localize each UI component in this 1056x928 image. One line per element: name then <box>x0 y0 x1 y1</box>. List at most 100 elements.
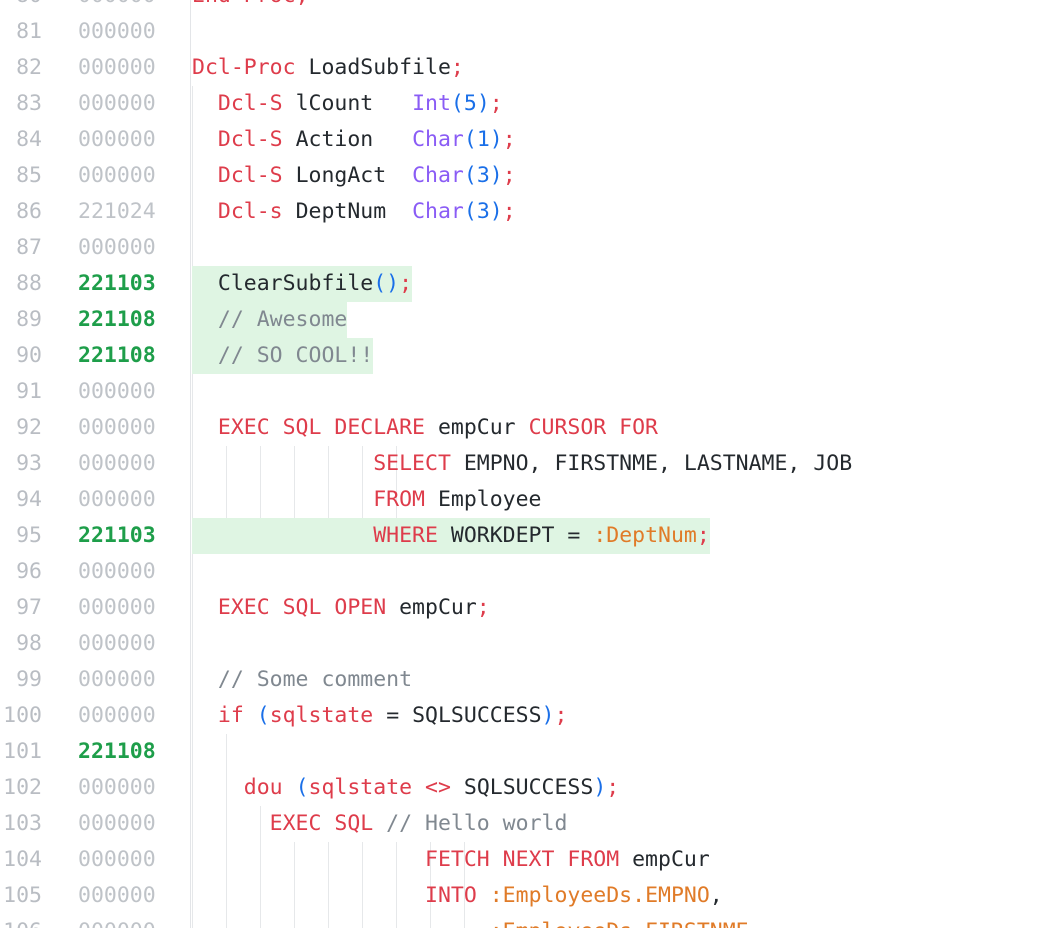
code-text[interactable]: ClearSubfile(); <box>192 266 413 302</box>
code-line[interactable]: 99 000000 // Some comment <box>0 662 1056 698</box>
change-date: 000000 <box>78 559 156 584</box>
token-pun: ) <box>489 199 503 224</box>
code-line[interactable]: 88 221103 ClearSubfile(); <box>0 266 1056 302</box>
code-line[interactable]: 91 000000 <box>0 374 1056 410</box>
token-id <box>192 199 218 224</box>
token-num: 3 <box>476 163 490 188</box>
change-date-modified: 221103 <box>78 523 156 548</box>
code-line[interactable]: 86 221024 Dcl-s DeptNum Char(3); <box>0 194 1056 230</box>
token-kw: dou <box>243 775 283 800</box>
token-semi: ; <box>502 163 516 188</box>
change-date: 000000 <box>78 914 170 928</box>
code-line[interactable]: 94 000000 FROM Employee <box>0 482 1056 518</box>
code-line[interactable]: 98 000000 <box>0 626 1056 662</box>
code-line[interactable]: 97 000000 EXEC SQL OPEN empCur; <box>0 590 1056 626</box>
code-line[interactable]: 90 221108 // SO COOL!! <box>0 338 1056 374</box>
code-line[interactable]: 100 000000 if (sqlstate = SQLSUCCESS); <box>0 698 1056 734</box>
token-kw: sqlstate <box>308 775 413 800</box>
line-number: 92 <box>16 415 42 440</box>
line-number: 98 <box>16 631 42 656</box>
code-text[interactable]: Dcl-S LongAct Char(3); <box>192 158 516 194</box>
code-line[interactable]: 84 000000 Dcl-S Action Char(1); <box>0 122 1056 158</box>
token-kw: Dcl-Proc <box>192 55 296 80</box>
change-date: 221024 <box>78 199 156 224</box>
code-line[interactable]: 93 000000 SELECT EMPNO, FIRSTNME, LASTNAM… <box>0 446 1056 482</box>
code-text[interactable]: dou (sqlstate <> SQLSUCCESS); <box>192 770 619 806</box>
token-pun: ) <box>541 703 555 728</box>
code-editor[interactable]: 80 000000 End-Proc; 81 000000 82 000000 Dcl-Pro… <box>0 0 1056 928</box>
token-kw: End-Proc <box>192 0 296 8</box>
line-number: 80 <box>0 0 42 14</box>
code-line[interactable]: 81 000000 <box>0 14 1056 50</box>
token-id: WORKDEPT <box>437 523 568 548</box>
line-number: 99 <box>16 667 42 692</box>
code-text[interactable]: EXEC SQL // Hello world <box>192 806 568 842</box>
code-text[interactable]: EXEC SQL OPEN empCur; <box>192 590 490 626</box>
change-date: 000000 <box>78 415 156 440</box>
line-number: 84 <box>16 127 42 152</box>
code-text[interactable]: Dcl-S Action Char(1); <box>192 122 516 158</box>
token-id: , <box>709 883 723 908</box>
code-line[interactable]: 85 000000 Dcl-S LongAct Char(3); <box>0 158 1056 194</box>
change-date: 000000 <box>78 667 156 692</box>
token-pun: ( <box>256 703 270 728</box>
code-line[interactable]: 102 000000 dou (sqlstate <> SQLSUCCESS); <box>0 770 1056 806</box>
token-id: ClearSubfile <box>192 271 374 296</box>
change-date: 000000 <box>78 487 156 512</box>
change-date: 000000 <box>78 91 156 116</box>
token-id: empCur <box>425 415 529 440</box>
token-id: empCur <box>619 847 710 872</box>
line-number: 91 <box>16 379 42 404</box>
code-text[interactable]: // Some comment <box>192 662 412 698</box>
token-id <box>283 775 296 800</box>
code-text[interactable]: FETCH NEXT FROM empCur <box>192 842 710 878</box>
code-line[interactable]: 101 221108 <box>0 734 1056 770</box>
code-text[interactable]: // SO COOL!! <box>192 338 374 374</box>
token-pun: ) <box>476 91 490 116</box>
token-id: LoadSubfile <box>295 55 451 80</box>
code-line[interactable]: 80 000000 End-Proc; <box>0 0 1056 14</box>
token-id <box>192 775 244 800</box>
token-opr: <> <box>425 775 451 800</box>
code-line[interactable]: 92 000000 EXEC SQL DECLARE empCur CURSOR … <box>0 410 1056 446</box>
code-line[interactable]: 96 000000 <box>0 554 1056 590</box>
code-line[interactable]: 83 000000 Dcl-S lCount Int(5); <box>0 86 1056 122</box>
token-id: EMPNO, FIRSTNME, LASTNAME, JOB <box>450 451 853 476</box>
code-text[interactable]: Dcl-s DeptNum Char(3); <box>192 194 516 230</box>
change-date-modified: 221108 <box>78 307 156 332</box>
code-line[interactable]: 105 000000 INTO :EmployeeDs.EMPNO, <box>0 878 1056 914</box>
line-number: 89 <box>16 307 42 332</box>
token-id <box>580 523 593 548</box>
token-cmt: // SO COOL!! <box>192 343 374 368</box>
code-text[interactable]: Dcl-S lCount Int(5); <box>192 86 503 122</box>
line-number: 97 <box>16 595 42 620</box>
code-line[interactable]: 106 000000 :EmployeeDs.FIRSTNME, <box>0 914 1056 928</box>
code-text[interactable]: Dcl-Proc LoadSubfile; <box>192 50 464 86</box>
code-text[interactable]: :EmployeeDs.FIRSTNME, <box>192 914 762 928</box>
change-date: 000000 <box>78 127 156 152</box>
token-id <box>192 91 218 116</box>
code-line[interactable]: 82 000000 Dcl-Proc LoadSubfile; <box>0 50 1056 86</box>
code-text[interactable]: EXEC SQL DECLARE empCur CURSOR FOR <box>192 410 658 446</box>
code-text[interactable]: if (sqlstate = SQLSUCCESS); <box>192 698 568 734</box>
token-kw: CURSOR FOR <box>528 415 659 440</box>
token-id <box>192 127 218 152</box>
code-text[interactable]: SELECT EMPNO, FIRSTNME, LASTNAME, JOB <box>192 446 852 482</box>
change-date: 000000 <box>78 883 156 908</box>
token-cmt: // Awesome <box>192 307 348 332</box>
code-text[interactable]: // Awesome <box>192 302 348 338</box>
token-id <box>192 883 425 908</box>
code-text[interactable]: End-Proc; <box>192 0 309 14</box>
token-id <box>192 487 373 512</box>
code-line[interactable]: 89 221108 // Awesome <box>0 302 1056 338</box>
code-text[interactable]: FROM Employee <box>192 482 541 518</box>
code-text[interactable]: INTO :EmployeeDs.EMPNO, <box>192 878 723 914</box>
code-line[interactable]: 87 000000 <box>0 230 1056 266</box>
code-line[interactable]: 95 221103 WHERE WORKDEPT = :DeptNum; <box>0 518 1056 554</box>
code-line[interactable]: 103 000000 EXEC SQL // Hello world <box>0 806 1056 842</box>
code-line[interactable]: 104 000000 FETCH NEXT FROM empCur <box>0 842 1056 878</box>
token-id <box>192 523 373 548</box>
change-date: 000000 <box>78 55 156 80</box>
change-date: 000000 <box>78 451 156 476</box>
code-text[interactable]: WHERE WORKDEPT = :DeptNum; <box>192 518 710 554</box>
